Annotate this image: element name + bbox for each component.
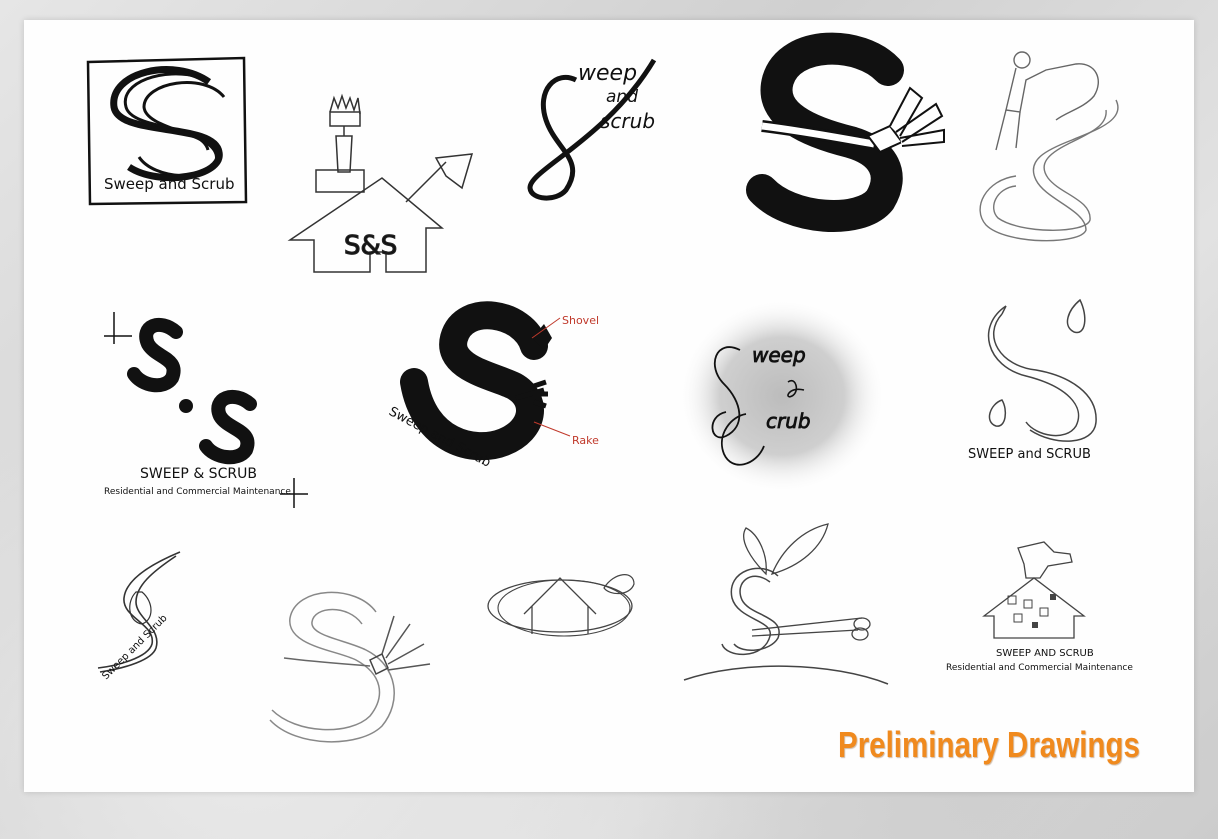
sketch-line1: weep [578, 61, 637, 86]
sketch-worker-s [976, 50, 1126, 245]
sketch-spray-house: SWEEP AND SCRUB Residential and Commerci… [944, 538, 1140, 678]
sketch-bold-s-broom [746, 32, 950, 232]
sketch-outline-s-broom [266, 584, 438, 746]
sketch-script-s: weep and scrub [516, 50, 676, 205]
sketch-sprout-scissors-s [682, 520, 890, 688]
sketch-house-leaf-oval [484, 564, 640, 640]
sketch-text: S&S [344, 231, 397, 261]
sketch-line1: weep [752, 343, 806, 367]
callout-shovel: Shovel [562, 314, 599, 327]
callout-rake: Rake [572, 434, 599, 447]
sketch-boxed-swirl-s: Sweep and Scrub [84, 52, 254, 212]
sketch-subtext: Residential and Commercial Maintenance [946, 663, 1133, 673]
sketch-text: SWEEP AND SCRUB [996, 648, 1094, 659]
sketch-text: Sweep and Scrub [104, 175, 235, 193]
sketch-text: SWEEP and SCRUB [968, 447, 1091, 462]
sketch-s-dot-s: SWEEP & SCRUB Residential and Commercial… [100, 308, 314, 514]
sketch-s-shovel-rake: Shovel Rake Sweep and Scrub [384, 301, 606, 482]
sketch-leaf-swirl: Sweep and Scrub [96, 548, 196, 688]
page-title: Preliminary Drawings [838, 724, 1140, 765]
sketch-house-shovel: S&S [286, 92, 478, 278]
sketch-subtext: Residential and Commercial Maintenance [104, 487, 291, 497]
sketch-text: Sweep and Scrub [100, 613, 169, 682]
sketch-line3: scrub [600, 109, 655, 133]
sketch-text: SWEEP & SCRUB [140, 466, 257, 482]
sketch-flame-s: SWEEP and SCRUB [966, 296, 1116, 468]
sketch-line2: and [606, 87, 638, 107]
sketch-line2: crub [766, 409, 811, 433]
sketch-smudge-script: weep crub [676, 296, 888, 496]
